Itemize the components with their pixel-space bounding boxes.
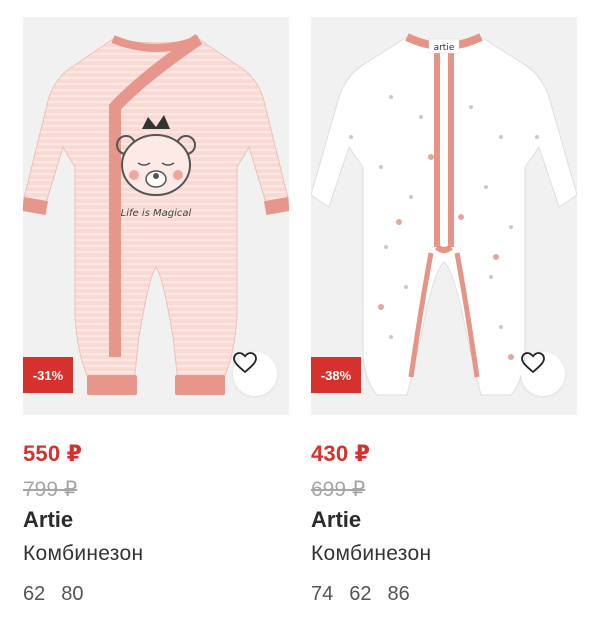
size-list: 74 62 86 <box>311 583 410 606</box>
price: 550 ₽ <box>23 441 83 466</box>
heart-icon <box>521 352 545 374</box>
old-price: 799 ₽ <box>23 478 78 501</box>
product-image[interactable]: artie -38% <box>311 17 577 415</box>
brand-name[interactable]: Artie <box>311 507 361 533</box>
price: 430 ₽ <box>311 441 371 466</box>
size-option[interactable]: 62 <box>349 583 371 606</box>
product-title[interactable]: Комбинезон <box>311 542 431 566</box>
size-option[interactable]: 62 <box>23 583 45 606</box>
favorite-button[interactable] <box>233 352 277 396</box>
discount-badge: -31% <box>23 357 73 393</box>
product-card[interactable]: artie -38% 430 ₽ 699 ₽ Artie Комбинезон … <box>311 17 577 605</box>
heart-icon <box>233 352 257 374</box>
brand-name[interactable]: Artie <box>23 507 73 533</box>
size-option[interactable]: 80 <box>61 583 83 606</box>
size-list: 62 80 <box>23 583 84 606</box>
size-option[interactable]: 74 <box>311 583 333 606</box>
favorite-button[interactable] <box>521 352 565 396</box>
discount-badge: -38% <box>311 357 361 393</box>
product-title[interactable]: Комбинезон <box>23 542 143 566</box>
old-price: 699 ₽ <box>311 478 366 501</box>
size-option[interactable]: 86 <box>388 583 410 606</box>
print-text: Life is Magical <box>121 208 192 219</box>
product-card[interactable]: Life is Magical -31% 550 ₽ 799 ₽ Artie К… <box>23 17 289 605</box>
product-image[interactable]: Life is Magical -31% <box>23 17 289 415</box>
brand-label-text: artie <box>434 43 455 53</box>
